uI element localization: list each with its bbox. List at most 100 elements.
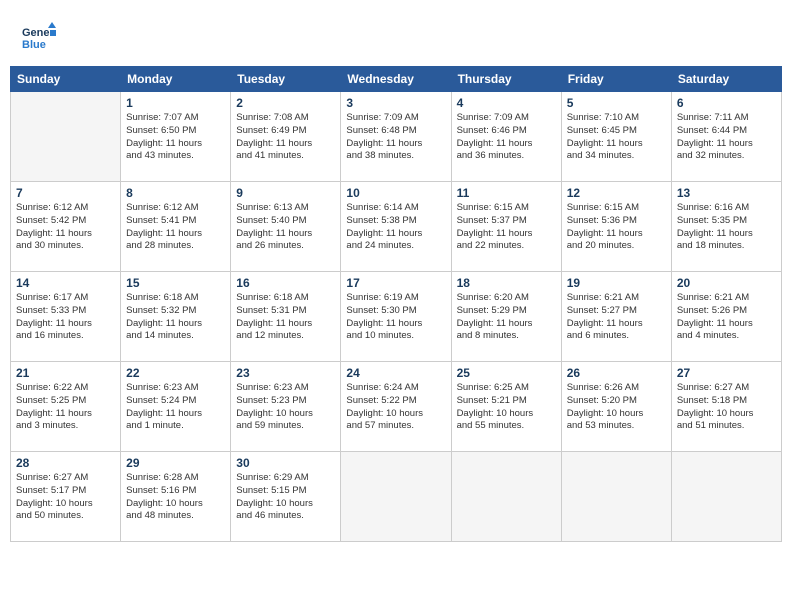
calendar-cell: 20 Sunrise: 6:21 AM Sunset: 5:26 PM Dayli… [671,272,781,362]
calendar-cell [561,452,671,542]
day-number: 14 [16,276,115,290]
day-number: 19 [567,276,666,290]
calendar-table: SundayMondayTuesdayWednesdayThursdayFrid… [10,66,782,542]
day-info: Sunrise: 6:24 AM Sunset: 5:22 PM Dayligh… [346,382,445,433]
day-info: Sunrise: 6:25 AM Sunset: 5:21 PM Dayligh… [457,382,556,433]
day-info: Sunrise: 6:18 AM Sunset: 5:32 PM Dayligh… [126,292,225,343]
day-info: Sunrise: 6:26 AM Sunset: 5:20 PM Dayligh… [567,382,666,433]
day-number: 13 [677,186,776,200]
calendar-cell [11,92,121,182]
calendar-week-3: 14 Sunrise: 6:17 AM Sunset: 5:33 PM Dayli… [11,272,782,362]
day-number: 18 [457,276,556,290]
calendar-cell: 10 Sunrise: 6:14 AM Sunset: 5:38 PM Dayli… [341,182,451,272]
page-header: General Blue [10,10,782,60]
day-number: 17 [346,276,445,290]
day-number: 9 [236,186,335,200]
calendar-cell [671,452,781,542]
day-number: 7 [16,186,115,200]
calendar-cell: 12 Sunrise: 6:15 AM Sunset: 5:36 PM Dayli… [561,182,671,272]
calendar-week-1: 1Sunrise: 7:07 AM Sunset: 6:50 PM Daylig… [11,92,782,182]
calendar-cell: 29Sunrise: 6:28 AM Sunset: 5:16 PM Dayli… [121,452,231,542]
day-info: Sunrise: 7:09 AM Sunset: 6:48 PM Dayligh… [346,112,445,163]
calendar-cell: 13 Sunrise: 6:16 AM Sunset: 5:35 PM Dayli… [671,182,781,272]
day-info: Sunrise: 6:14 AM Sunset: 5:38 PM Dayligh… [346,202,445,253]
day-info: Sunrise: 7:08 AM Sunset: 6:49 PM Dayligh… [236,112,335,163]
calendar-header-saturday: Saturday [671,67,781,92]
calendar-cell: 15Sunrise: 6:18 AM Sunset: 5:32 PM Dayli… [121,272,231,362]
day-info: Sunrise: 6:28 AM Sunset: 5:16 PM Dayligh… [126,472,225,523]
day-info: Sunrise: 6:29 AM Sunset: 5:15 PM Dayligh… [236,472,335,523]
day-number: 12 [567,186,666,200]
calendar-cell: 3Sunrise: 7:09 AM Sunset: 6:48 PM Daylig… [341,92,451,182]
day-info: Sunrise: 6:23 AM Sunset: 5:24 PM Dayligh… [126,382,225,433]
day-info: Sunrise: 6:27 AM Sunset: 5:17 PM Dayligh… [16,472,115,523]
calendar-cell: 19 Sunrise: 6:21 AM Sunset: 5:27 PM Dayli… [561,272,671,362]
calendar-cell: 4 Sunrise: 7:09 AM Sunset: 6:46 PM Daylig… [451,92,561,182]
day-info: Sunrise: 6:15 AM Sunset: 5:37 PM Dayligh… [457,202,556,253]
calendar-cell: 5 Sunrise: 7:10 AM Sunset: 6:45 PM Daylig… [561,92,671,182]
calendar-header-thursday: Thursday [451,67,561,92]
day-info: Sunrise: 6:27 AM Sunset: 5:18 PM Dayligh… [677,382,776,433]
calendar-cell [341,452,451,542]
calendar-cell: 9 Sunrise: 6:13 AM Sunset: 5:40 PM Daylig… [231,182,341,272]
day-info: Sunrise: 7:11 AM Sunset: 6:44 PM Dayligh… [677,112,776,163]
calendar-header-monday: Monday [121,67,231,92]
calendar-cell: 14 Sunrise: 6:17 AM Sunset: 5:33 PM Dayli… [11,272,121,362]
calendar-header-friday: Friday [561,67,671,92]
day-info: Sunrise: 6:21 AM Sunset: 5:26 PM Dayligh… [677,292,776,343]
day-number: 22 [126,366,225,380]
day-info: Sunrise: 7:09 AM Sunset: 6:46 PM Dayligh… [457,112,556,163]
day-number: 27 [677,366,776,380]
svg-text:Blue: Blue [22,39,46,51]
calendar-cell: 28 Sunrise: 6:27 AM Sunset: 5:17 PM Dayli… [11,452,121,542]
calendar-cell: 21 Sunrise: 6:22 AM Sunset: 5:25 PM Dayli… [11,362,121,452]
day-info: Sunrise: 6:23 AM Sunset: 5:23 PM Dayligh… [236,382,335,433]
day-info: Sunrise: 7:10 AM Sunset: 6:45 PM Dayligh… [567,112,666,163]
calendar-cell: 7 Sunrise: 6:12 AM Sunset: 5:42 PM Daylig… [11,182,121,272]
day-number: 10 [346,186,445,200]
day-info: Sunrise: 6:22 AM Sunset: 5:25 PM Dayligh… [16,382,115,433]
day-number: 4 [457,96,556,110]
day-number: 2 [236,96,335,110]
calendar-cell: 27 Sunrise: 6:27 AM Sunset: 5:18 PM Dayli… [671,362,781,452]
day-number: 21 [16,366,115,380]
calendar-header-wednesday: Wednesday [341,67,451,92]
day-number: 1 [126,96,225,110]
day-info: Sunrise: 6:12 AM Sunset: 5:42 PM Dayligh… [16,202,115,253]
day-info: Sunrise: 6:12 AM Sunset: 5:41 PM Dayligh… [126,202,225,253]
calendar-cell: 2 Sunrise: 7:08 AM Sunset: 6:49 PM Daylig… [231,92,341,182]
day-number: 6 [677,96,776,110]
day-info: Sunrise: 6:21 AM Sunset: 5:27 PM Dayligh… [567,292,666,343]
calendar-cell: 16Sunrise: 6:18 AM Sunset: 5:31 PM Dayli… [231,272,341,362]
day-number: 25 [457,366,556,380]
day-number: 24 [346,366,445,380]
day-info: Sunrise: 6:19 AM Sunset: 5:30 PM Dayligh… [346,292,445,343]
day-number: 5 [567,96,666,110]
day-info: Sunrise: 6:20 AM Sunset: 5:29 PM Dayligh… [457,292,556,343]
calendar-week-5: 28 Sunrise: 6:27 AM Sunset: 5:17 PM Dayli… [11,452,782,542]
calendar-cell: 18 Sunrise: 6:20 AM Sunset: 5:29 PM Dayli… [451,272,561,362]
calendar-cell [451,452,561,542]
calendar-cell: 23 Sunrise: 6:23 AM Sunset: 5:23 PM Dayli… [231,362,341,452]
day-number: 23 [236,366,335,380]
day-info: Sunrise: 6:17 AM Sunset: 5:33 PM Dayligh… [16,292,115,343]
calendar-cell: 8 Sunrise: 6:12 AM Sunset: 5:41 PM Daylig… [121,182,231,272]
calendar-cell: 25 Sunrise: 6:25 AM Sunset: 5:21 PM Dayli… [451,362,561,452]
calendar-cell: 30Sunrise: 6:29 AM Sunset: 5:15 PM Dayli… [231,452,341,542]
calendar-cell: 1Sunrise: 7:07 AM Sunset: 6:50 PM Daylig… [121,92,231,182]
logo: General Blue [20,20,60,56]
day-number: 8 [126,186,225,200]
calendar-header-tuesday: Tuesday [231,67,341,92]
day-number: 28 [16,456,115,470]
logo-icon: General Blue [20,20,56,56]
day-number: 11 [457,186,556,200]
calendar-cell: 6 Sunrise: 7:11 AM Sunset: 6:44 PM Daylig… [671,92,781,182]
calendar-cell: 17 Sunrise: 6:19 AM Sunset: 5:30 PM Dayli… [341,272,451,362]
day-info: Sunrise: 6:16 AM Sunset: 5:35 PM Dayligh… [677,202,776,253]
calendar-header-sunday: Sunday [11,67,121,92]
day-number: 20 [677,276,776,290]
day-info: Sunrise: 6:15 AM Sunset: 5:36 PM Dayligh… [567,202,666,253]
day-number: 16 [236,276,335,290]
calendar-cell: 26Sunrise: 6:26 AM Sunset: 5:20 PM Dayli… [561,362,671,452]
day-info: Sunrise: 6:13 AM Sunset: 5:40 PM Dayligh… [236,202,335,253]
